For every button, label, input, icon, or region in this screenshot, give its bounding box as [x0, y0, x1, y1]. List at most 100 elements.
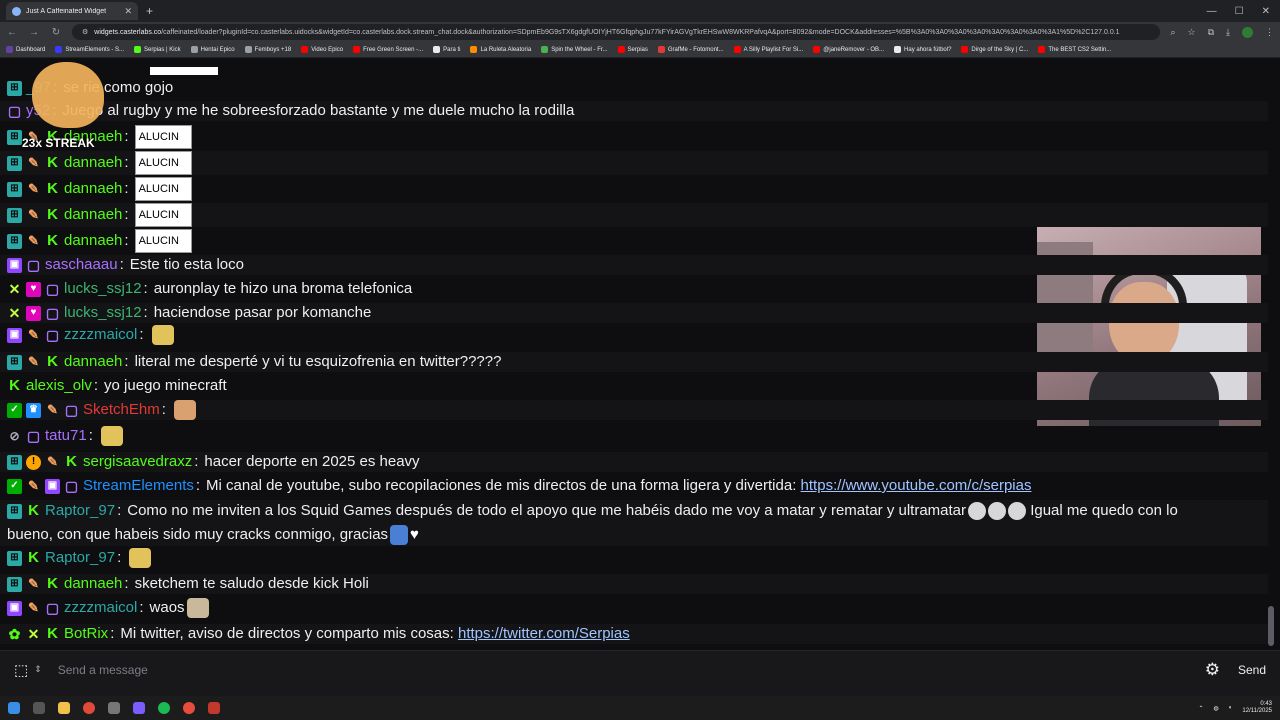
kick-badge-icon: K — [28, 502, 39, 519]
chat-link[interactable]: https://twitter.com/Serpias — [458, 624, 630, 644]
chat-username[interactable]: StreamElements — [83, 476, 194, 496]
bookmark-item[interactable]: Spin the Wheel - Fr... — [541, 46, 608, 53]
close-tab-icon[interactable]: ✕ — [124, 6, 132, 17]
forward-icon[interactable]: → — [28, 27, 40, 38]
chat-message-row: ⊞! ✎ Ksergisaavedraxz: hacer deporte en 202… — [0, 452, 1268, 472]
chat-username[interactable]: lucks_ssj12 — [64, 303, 142, 323]
chat-username[interactable]: dannaeh — [64, 179, 122, 199]
bookmark-item[interactable]: A Silly Playlist For Si... — [733, 46, 803, 53]
clock[interactable]: 0:43 12/11/2025 — [1242, 701, 1272, 715]
chat-colon: : — [93, 377, 99, 394]
chat-message-row: ⊞ K Raptor_97: — [0, 548, 1268, 568]
chat-username[interactable]: dannaeh — [64, 153, 122, 173]
wifi-icon[interactable]: ◍ — [1214, 705, 1219, 712]
bookmarks-bar: Dashboard StreamElements - S... Serpias | … — [0, 42, 1280, 58]
volume-icon[interactable]: ◐ — [1229, 705, 1233, 711]
chat-username[interactable]: Raptor_97 — [45, 501, 115, 521]
bookmark-item[interactable]: Serpias — [617, 46, 648, 53]
app-icon[interactable] — [108, 702, 120, 714]
send-message-input[interactable] — [57, 662, 1205, 677]
bandage-badge-icon: ✎ — [28, 354, 39, 369]
gift-badge-icon: ▣ — [7, 600, 22, 616]
bookmark-item[interactable]: Para ti — [433, 46, 460, 53]
bookmark-item[interactable]: La Ruleta Aleatoria — [470, 46, 531, 53]
minimize-icon[interactable]: — — [1207, 6, 1217, 17]
chat-username[interactable]: dannaeh — [64, 231, 122, 251]
bandage-badge-icon: ✎ — [28, 233, 39, 248]
app-settings-icon[interactable] — [208, 702, 220, 714]
bookmark-item[interactable]: Femboys +18 — [244, 46, 291, 53]
site-info-icon[interactable]: ⚙ — [82, 28, 88, 36]
chat-username[interactable]: alexis_olv — [26, 376, 92, 396]
chat-emote-image — [129, 548, 152, 568]
chat-username[interactable]: tatu71 — [45, 426, 87, 446]
chat-emote-image — [100, 426, 123, 446]
alucin-emote: ALUCIN — [134, 125, 192, 149]
spotify-icon[interactable] — [158, 702, 170, 714]
bookmark-item[interactable]: Free Green Screen -... — [353, 46, 423, 53]
bookmark-item[interactable]: Dirge of the Sky | C... — [961, 46, 1028, 53]
chat-username[interactable]: SketchEhm — [83, 400, 160, 420]
moderator-badge-icon: ⊞ — [7, 354, 22, 370]
bookmark-item[interactable]: StreamElements - S... — [55, 46, 124, 53]
address-bar-row: ← → ↻ ⚙ widgets.casterlabs.co/caffeinate… — [0, 22, 1280, 42]
chat-username[interactable]: zzzzmaicol — [64, 598, 137, 618]
twitch-badge-icon: ▢ — [45, 327, 60, 343]
chat-username[interactable]: dannaeh — [64, 127, 122, 147]
discord-icon[interactable] — [133, 702, 145, 714]
chat-scrollbar[interactable] — [1268, 606, 1274, 646]
chat-link[interactable]: https://www.youtube.com/c/serpias — [801, 476, 1032, 496]
chat-username[interactable]: dannaeh — [64, 574, 122, 594]
bookmark-item[interactable]: GrafMe - Fotomont... — [657, 46, 724, 53]
chat-username[interactable]: saschaaau — [45, 255, 118, 275]
url-field[interactable]: ⚙ widgets.casterlabs.co/caffeinated/load… — [72, 24, 1161, 40]
send-button[interactable]: Send — [1238, 663, 1266, 677]
bookmark-star-icon[interactable]: ☆ — [1188, 27, 1196, 38]
zoom-icon[interactable]: ⌕ — [1170, 27, 1175, 38]
bookmark-icon — [617, 46, 625, 53]
search-icon[interactable] — [33, 702, 45, 714]
kick-badge-icon: K — [47, 232, 58, 249]
chat-colon: : — [110, 625, 115, 642]
chat-username[interactable]: BotRix — [64, 624, 108, 644]
clock-time: 0:43 — [1260, 701, 1272, 707]
close-window-icon[interactable]: ✕ — [1262, 6, 1270, 17]
bookmark-item[interactable]: Dashboard — [6, 46, 45, 53]
chat-username[interactable]: dannaeh — [64, 352, 122, 372]
browser-tab-bar: Just A Caffeinated Widget ✕ + — ☐ ✕ — [0, 0, 1280, 22]
bookmark-item[interactable]: The BEST CS2 Settin... — [1038, 46, 1111, 53]
gear-icon[interactable]: ⚙ — [1205, 660, 1220, 680]
chrome-icon[interactable] — [83, 702, 95, 714]
extensions-icon[interactable]: ⧉ — [1208, 27, 1214, 38]
bookmark-item[interactable]: Serpias | Kick — [134, 46, 181, 53]
start-icon[interactable] — [8, 702, 20, 714]
profile-avatar[interactable] — [1242, 26, 1253, 38]
chat-username[interactable]: dannaeh — [64, 205, 122, 225]
bookmark-item[interactable]: Hay ahora fútbol? — [894, 46, 951, 53]
chat-username[interactable]: sergisaavedraxz — [83, 452, 192, 472]
maximize-icon[interactable]: ☐ — [1235, 6, 1244, 17]
chat-username[interactable]: zzzzmaicol — [64, 325, 137, 345]
bookmark-item[interactable]: @janeRemover - OB... — [813, 46, 884, 53]
app-red-icon[interactable] — [183, 702, 195, 714]
download-icon[interactable]: ⤓ — [1226, 27, 1230, 38]
tray-chevron-icon[interactable]: ⌃ — [1199, 705, 1204, 712]
chat-username[interactable]: Raptor_97 — [45, 548, 115, 568]
menu-icon[interactable]: ⋮ — [1265, 27, 1274, 38]
reload-icon[interactable]: ↻ — [50, 27, 62, 38]
bookmark-label: Free Green Screen -... — [363, 46, 424, 53]
back-icon[interactable]: ← — [6, 27, 18, 38]
file-explorer-icon[interactable] — [58, 702, 70, 714]
browser-tab[interactable]: Just A Caffeinated Widget ✕ — [6, 2, 138, 20]
twitch-badge-icon: ▢ — [45, 281, 60, 297]
url-host: widgets.casterlabs.co — [94, 28, 162, 36]
chat-username[interactable]: y52 — [26, 101, 50, 121]
bookmark-item[interactable]: Hentai Epico — [190, 46, 235, 53]
chat-feed[interactable]: ⊞ _97: se rie como gojo ▢ y52: Juego al rugby… — [0, 58, 1280, 650]
new-tab-icon[interactable]: + — [146, 4, 153, 18]
bookmark-item[interactable]: Video Epico — [301, 46, 343, 53]
chat-username[interactable]: _97 — [26, 78, 51, 98]
platform-selector[interactable]: ⬚ ⇕ — [14, 661, 42, 679]
chat-username[interactable]: lucks_ssj12 — [64, 279, 142, 299]
chat-message-row: ✕ ♥ ▢ lucks_ssj12: auronplay te hizo una bro… — [0, 279, 1268, 299]
